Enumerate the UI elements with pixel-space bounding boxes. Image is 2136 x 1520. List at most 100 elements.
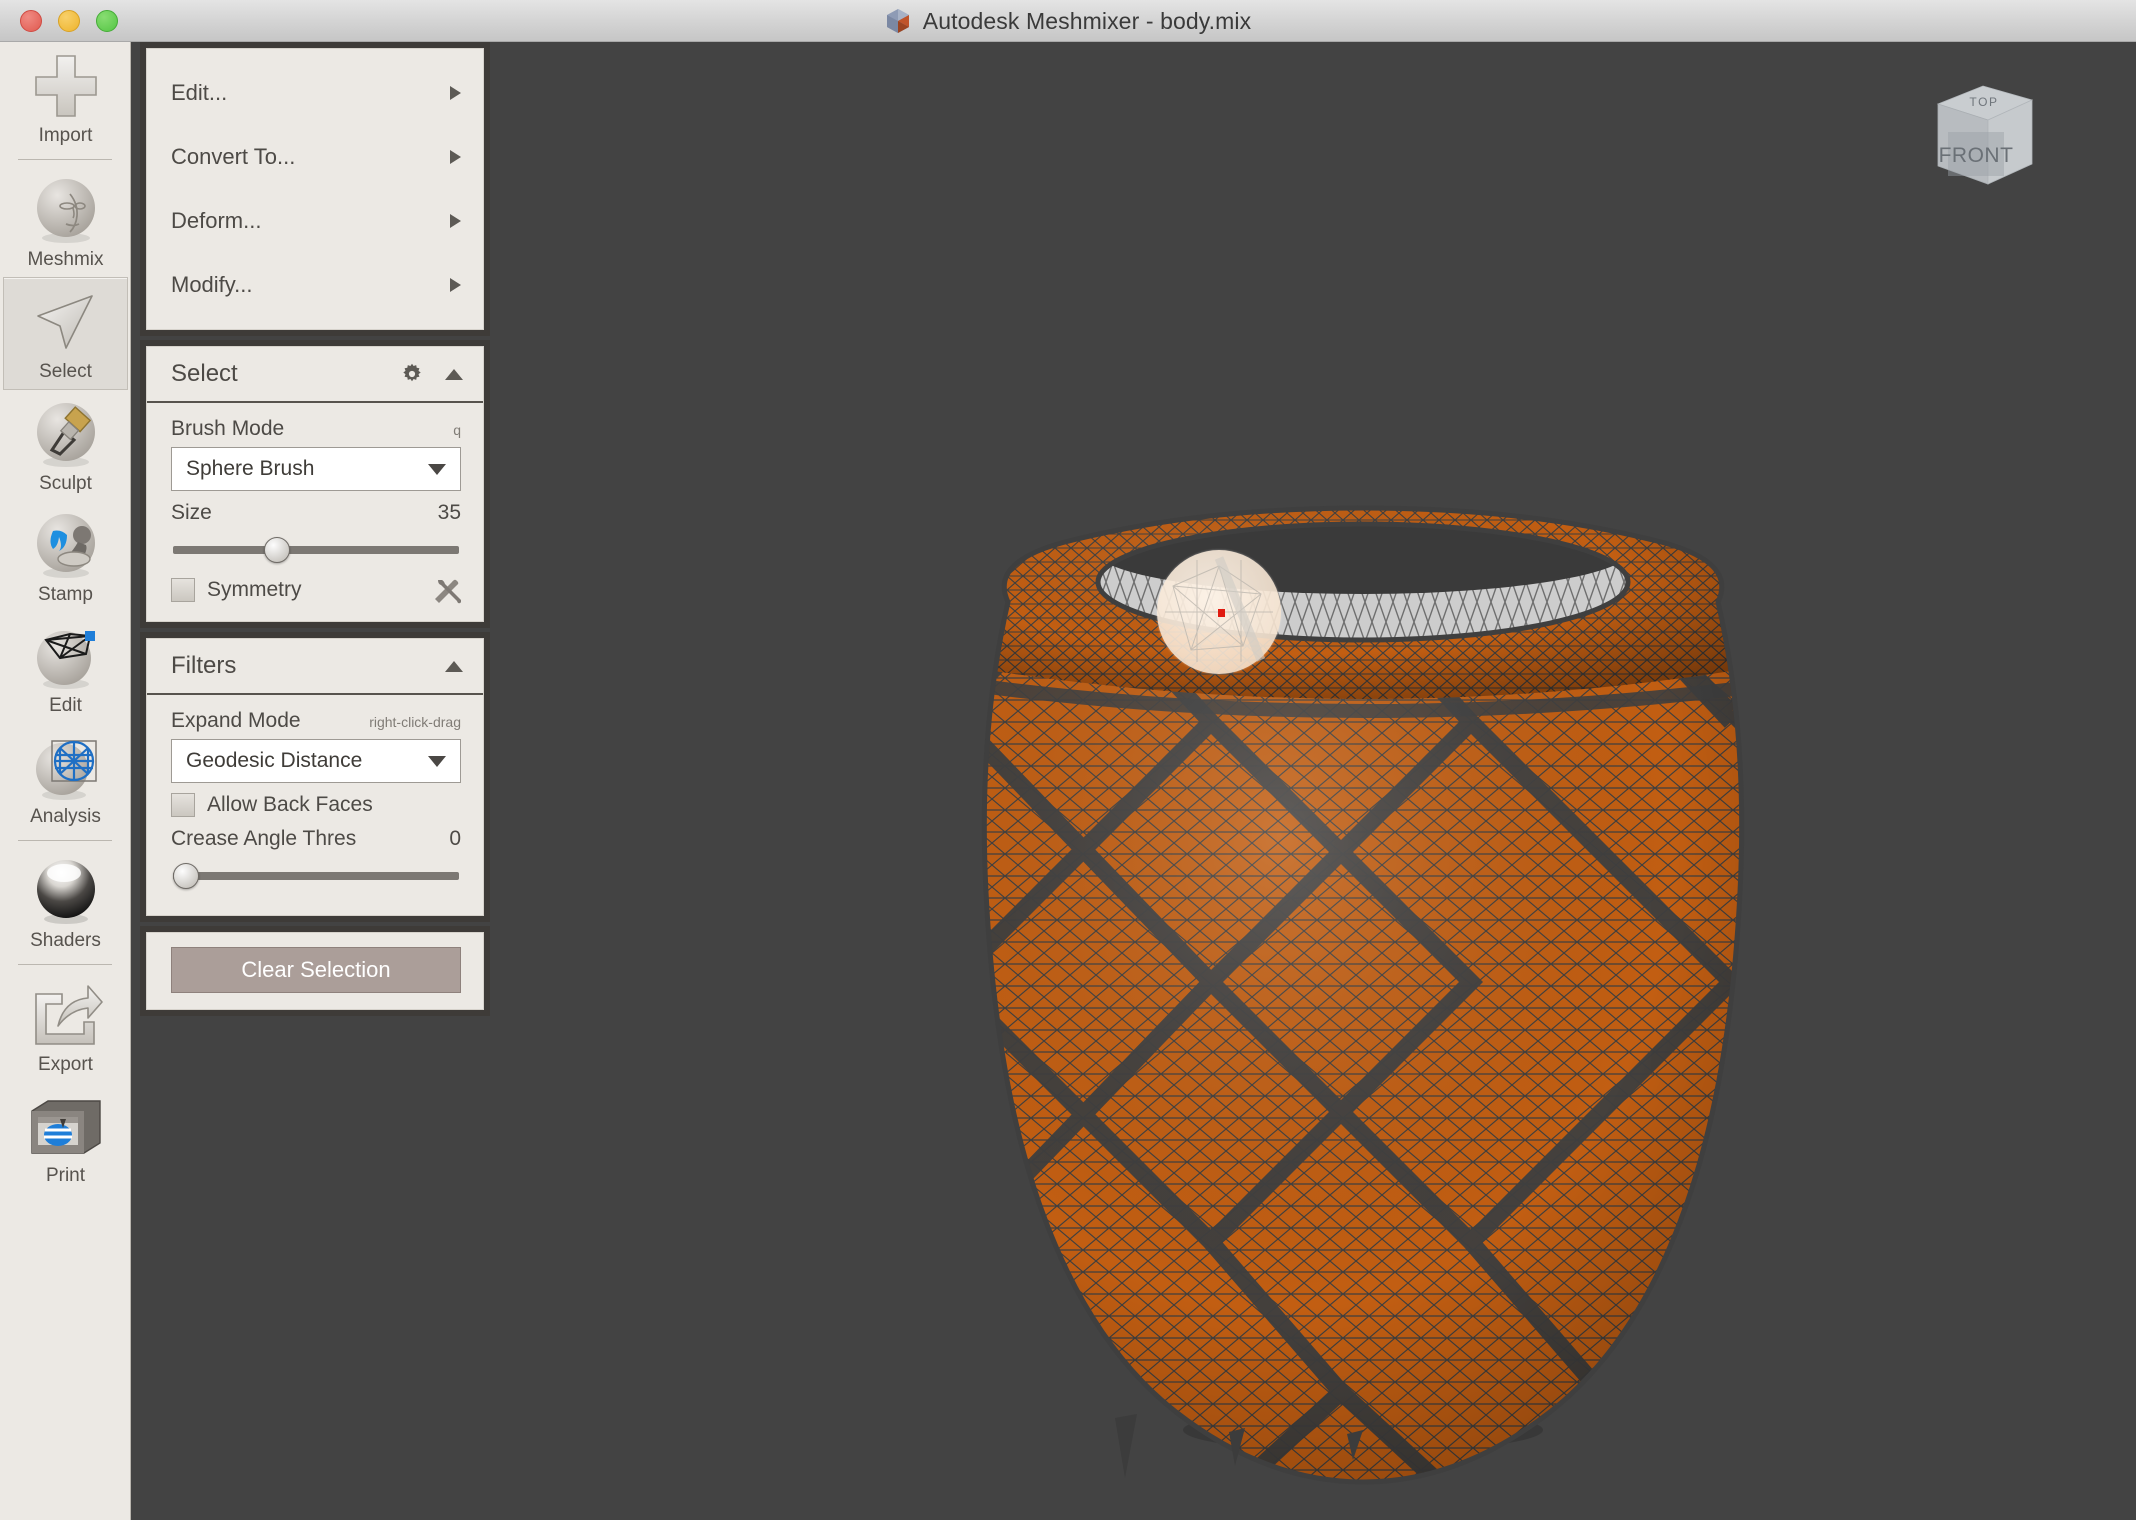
size-value: 35 [437,501,461,524]
expand-mode-select[interactable]: Geodesic Distance [171,739,461,783]
brush-sphere-icon [21,398,111,470]
traffic-light-group [20,9,118,32]
submenu-arrow-icon [450,278,461,292]
left-toolbar: Import Meshmix Select Sculpt Stamp Edit … [0,42,131,1520]
menu-item-label: Convert To... [171,144,296,169]
collapse-panel-icon[interactable] [445,660,463,672]
toolbar-item-meshmix[interactable]: Meshmix [0,166,131,277]
shiny-sphere-icon [21,855,111,927]
symmetry-label: Symmetry [207,578,302,601]
menu-item-label: Edit... [171,80,228,105]
toolbar-divider [18,159,112,160]
window-titlebar: Autodesk Meshmixer - body.mix [0,0,2136,42]
brush-mode-select[interactable]: Sphere Brush [171,447,461,491]
chevron-down-icon [428,463,446,475]
allow-back-faces-checkbox[interactable] [171,793,195,817]
submenu-arrow-icon [450,150,461,164]
expand-mode-hint: right-click-drag [369,714,461,730]
select-panel-header: Select [147,347,483,403]
menu-item-label: Modify... [171,272,253,297]
toolbar-item-sculpt[interactable]: Sculpt [0,390,131,501]
expand-mode-label: Expand Mode [171,709,301,732]
tool-panel-column: Edit... Convert To... Deform... Modify..… [140,42,490,1020]
allow-back-faces-row: Allow Back Faces [171,793,461,817]
minimize-window-button[interactable] [58,9,80,32]
select-panel-title: Select [171,360,238,387]
toolbar-label: Shaders [30,930,101,951]
crease-angle-slider[interactable] [173,859,459,893]
brush-mode-row: Brush Mode q [171,417,461,441]
view-cube-top-label: TOP [1969,95,1998,109]
symmetry-row: Symmetry [171,575,461,605]
brush-mode-value: Sphere Brush [186,457,315,480]
face-sphere-icon [21,174,111,246]
slider-knob[interactable] [173,863,199,889]
window-title: Autodesk Meshmixer - body.mix [922,7,1252,34]
plus-icon [21,50,111,122]
printer-icon [21,1090,111,1162]
select-panel: Select Brush Mode q Sphere Brush Size 35… [140,340,490,628]
clear-selection-button[interactable]: Clear Selection [171,947,461,993]
toolbar-label: Import [38,125,93,146]
size-label: Size [171,501,212,524]
toolbar-item-print[interactable]: Print [0,1082,131,1193]
meshmixer-cube-logo-icon [886,9,909,33]
view-cube-front-label: FRONT [1939,144,2014,167]
toolbar-item-import[interactable]: Import [0,42,131,153]
brush-mode-hint: q [453,422,461,438]
filters-panel-title: Filters [171,652,237,679]
tools-cross-icon[interactable] [431,575,461,605]
close-window-button[interactable] [20,9,42,32]
wireframe-sphere-icon [21,620,111,692]
crease-angle-row: Crease Angle Thres 0 [171,827,461,851]
toolbar-label: Select [39,361,92,382]
toolbar-label: Export [38,1054,93,1075]
menu-item-deform[interactable]: Deform... [147,189,483,253]
toolbar-label: Meshmix [27,249,104,270]
toolbar-label: Sculpt [39,473,92,494]
crease-angle-value: 0 [449,827,461,850]
maximize-window-button[interactable] [96,9,118,32]
brush-mode-label: Brush Mode [171,417,285,440]
filters-panel: Filters Expand Mode right-click-drag Geo… [140,632,490,922]
view-cube[interactable]: TOP FRONT [1918,70,2048,200]
collapse-panel-icon[interactable] [445,368,463,380]
gear-icon[interactable] [401,363,423,385]
menu-item-label: Deform... [171,208,262,233]
allow-back-faces-label: Allow Back Faces [207,793,373,816]
filters-panel-header: Filters [147,639,483,695]
stamp-sphere-icon [21,509,111,581]
window-title-group: Autodesk Meshmixer - body.mix [0,0,2136,42]
submenu-arrow-icon [450,214,461,228]
slider-track [173,546,459,554]
crease-angle-label: Crease Angle Thres [171,827,357,850]
size-row: Size 35 [171,501,461,525]
toolbar-item-select[interactable]: Select [3,277,128,390]
menu-item-edit[interactable]: Edit... [147,61,483,125]
toolbar-item-stamp[interactable]: Stamp [0,501,131,612]
submenu-arrow-icon [450,86,461,100]
export-arrow-icon [21,979,111,1051]
chevron-down-icon [428,755,446,767]
toolbar-item-analysis[interactable]: Analysis [0,723,131,834]
toolbar-label: Analysis [30,806,101,827]
expand-mode-row: Expand Mode right-click-drag [171,709,461,733]
action-menu-panel: Edit... Convert To... Deform... Modify..… [140,42,490,336]
toolbar-item-edit[interactable]: Edit [0,612,131,723]
slider-track [173,872,459,880]
actions-panel: Clear Selection [140,926,490,1016]
cursor-arrow-icon [21,286,111,358]
toolbar-item-export[interactable]: Export [0,971,131,1082]
toolbar-divider [18,964,112,965]
expand-mode-value: Geodesic Distance [186,749,363,772]
mesh-analysis-icon [21,731,111,803]
toolbar-divider [18,840,112,841]
toolbar-label: Print [45,1165,86,1186]
slider-knob[interactable] [264,537,290,563]
menu-item-convert-to[interactable]: Convert To... [147,125,483,189]
toolbar-label: Edit [49,695,82,716]
size-slider[interactable] [173,533,459,567]
toolbar-item-shaders[interactable]: Shaders [0,847,131,958]
menu-item-modify[interactable]: Modify... [147,253,483,317]
symmetry-checkbox[interactable] [171,578,195,602]
